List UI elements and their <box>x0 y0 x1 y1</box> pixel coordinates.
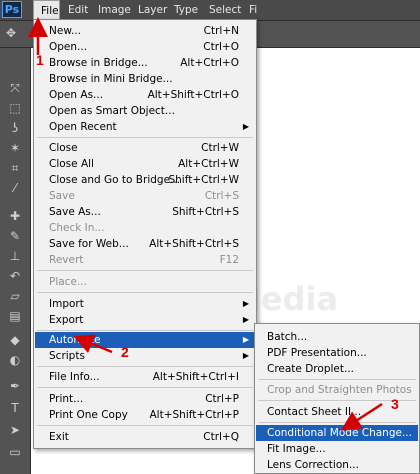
menu-item-save[interactable]: Save Ctrl+S <box>35 188 255 204</box>
submenu-arrow-icon: ▶ <box>242 299 249 308</box>
file-menu-dropdown: New... Ctrl+N Open... Ctrl+O Browse in Bri… <box>33 19 257 449</box>
menu-filter[interactable]: Fi <box>242 0 264 20</box>
divider <box>258 422 416 423</box>
callout-3: 3 <box>391 396 399 412</box>
submenu-item-pdf-presentation[interactable]: PDF Presentation... <box>256 345 418 361</box>
menu-item-print[interactable]: Print... Ctrl+P <box>35 391 255 407</box>
move-tool-option-icon[interactable]: ✥ <box>6 26 16 40</box>
submenu-arrow-icon: ▶ <box>242 351 249 360</box>
submenu-arrow-icon: ▶ <box>242 315 249 324</box>
crop-tool-icon[interactable]: ⌗ <box>6 160 24 176</box>
submenu-item-fit-image[interactable]: Fit Image... <box>256 441 418 457</box>
submenu-item-batch[interactable]: Batch... <box>256 329 418 345</box>
healing-brush-icon[interactable]: ✚ <box>6 208 24 224</box>
dodge-tool-icon[interactable]: ◐ <box>6 352 24 368</box>
menu-item-file-info[interactable]: File Info... Alt+Shift+Ctrl+I <box>35 369 255 385</box>
photoshop-logo-icon: Ps <box>2 1 22 18</box>
divider <box>258 379 416 380</box>
stamp-tool-icon[interactable]: ⊥ <box>6 248 24 264</box>
menu-item-check-in[interactable]: Check In... <box>35 220 255 236</box>
gradient-tool-icon[interactable]: ▤ <box>6 308 24 324</box>
eyedropper-icon[interactable]: ⁄ <box>6 180 24 196</box>
menu-item-close-all[interactable]: Close All Alt+Ctrl+W <box>35 156 255 172</box>
menu-item-save-for-web[interactable]: Save for Web... Alt+Shift+Ctrl+S <box>35 236 255 252</box>
history-brush-icon[interactable]: ↶ <box>6 268 24 284</box>
divider <box>37 330 253 331</box>
divider <box>37 137 253 138</box>
menu-item-save-as[interactable]: Save As... Shift+Ctrl+S <box>35 204 255 220</box>
menu-item-place[interactable]: Place... <box>35 274 255 290</box>
menu-item-open-as[interactable]: Open As... Alt+Shift+Ctrl+O <box>35 87 255 103</box>
submenu-arrow-icon: ▶ <box>242 335 249 344</box>
menu-item-exit[interactable]: Exit Ctrl+Q <box>35 429 255 445</box>
marquee-tool-icon[interactable]: ⬚ <box>6 100 24 116</box>
eraser-tool-icon[interactable]: ▱ <box>6 288 24 304</box>
lasso-tool-icon[interactable]: ʖ <box>6 120 24 136</box>
menu-item-export[interactable]: Export ▶ <box>35 312 255 328</box>
shape-tool-icon[interactable]: ▭ <box>6 444 24 460</box>
blur-tool-icon[interactable]: ◆ <box>6 332 24 348</box>
divider <box>37 366 253 367</box>
divider <box>37 425 253 426</box>
pen-tool-icon[interactable]: ✒ <box>6 378 24 394</box>
path-selection-icon[interactable]: ➤ <box>6 422 24 438</box>
tools-panel: ⤧ ⬚ ʖ ✶ ⌗ ⁄ ✚ ✎ ⊥ ↶ ▱ ▤ ◆ ◐ ✒ T ➤ ▭ <box>0 48 31 474</box>
submenu-item-create-droplet[interactable]: Create Droplet... <box>256 361 418 377</box>
divider <box>37 270 253 271</box>
divider <box>37 387 253 388</box>
menu-item-revert[interactable]: Revert F12 <box>35 252 255 268</box>
menu-bar: Ps File Edit Image Layer Type Select Fi <box>0 0 420 21</box>
menu-type[interactable]: Type <box>167 0 205 20</box>
type-tool-icon[interactable]: T <box>6 400 24 416</box>
menu-item-browse-mini-bridge[interactable]: Browse in Mini Bridge... <box>35 71 255 87</box>
submenu-item-conditional-mode-change[interactable]: Conditional Mode Change... <box>256 425 418 441</box>
menu-item-import[interactable]: Import ▶ <box>35 296 255 312</box>
menu-item-open[interactable]: Open... Ctrl+O <box>35 39 255 55</box>
menu-item-print-one-copy[interactable]: Print One Copy Alt+Shift+Ctrl+P <box>35 407 255 423</box>
submenu-arrow-icon: ▶ <box>242 122 249 131</box>
callout-2: 2 <box>121 344 129 360</box>
menu-item-open-smart-object[interactable]: Open as Smart Object... <box>35 103 255 119</box>
menu-item-close[interactable]: Close Ctrl+W <box>35 140 255 156</box>
submenu-item-lens-correction[interactable]: Lens Correction... <box>256 457 418 473</box>
menu-item-open-recent[interactable]: Open Recent ▶ <box>35 119 255 135</box>
menu-item-automate[interactable]: Automate ▶ <box>35 332 255 348</box>
brush-tool-icon[interactable]: ✎ <box>6 228 24 244</box>
menu-file[interactable]: File <box>33 0 60 20</box>
menu-item-new[interactable]: New... Ctrl+N <box>35 23 255 39</box>
callout-1: 1 <box>36 52 44 68</box>
menu-item-browse-bridge[interactable]: Browse in Bridge... Alt+Ctrl+O <box>35 55 255 71</box>
move-tool-icon[interactable]: ⤧ <box>6 80 24 96</box>
menu-item-scripts[interactable]: Scripts ▶ <box>35 348 255 364</box>
menu-item-close-go-bridge[interactable]: Close and Go to Bridge... Shift+Ctrl+W <box>35 172 255 188</box>
magic-wand-icon[interactable]: ✶ <box>6 140 24 156</box>
divider <box>37 292 253 293</box>
